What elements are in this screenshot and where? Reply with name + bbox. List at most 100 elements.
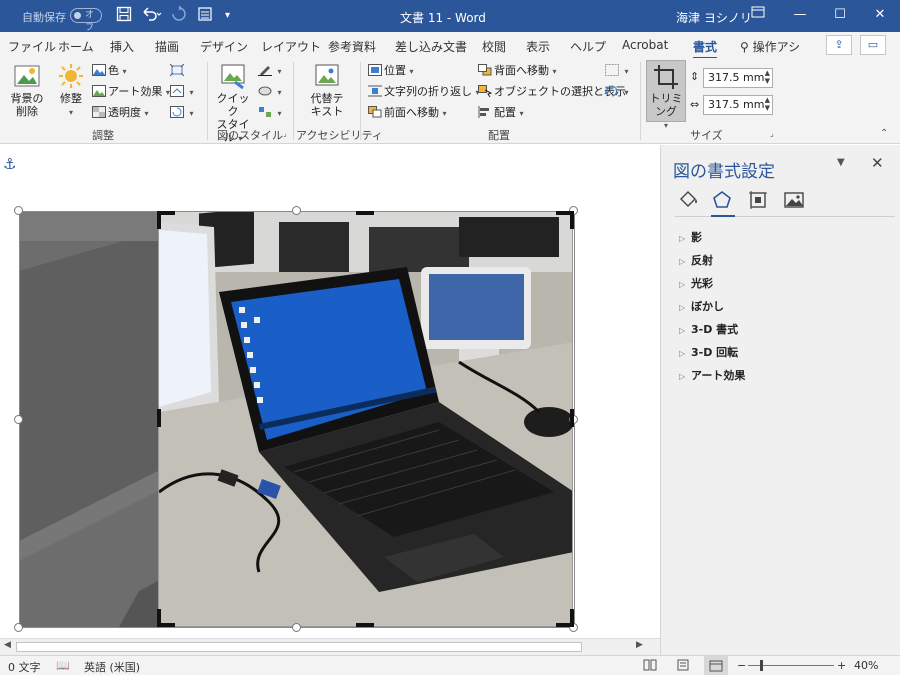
picture-styles-launcher-icon[interactable]: ⌟ [283,129,287,138]
tab-format[interactable]: 書式 [693,38,718,60]
3d-rotation-section[interactable]: ▷ 3-D 回転 [679,344,745,367]
width-spin-icon[interactable]: ▲ ▼ [765,96,770,112]
scroll-left-icon[interactable]: ◀ [4,640,11,650]
tab-insert[interactable]: 挿入 [110,38,134,55]
tab-mailings[interactable]: 差し込み文書 [395,38,467,55]
picture-layout-button[interactable]: ▾ [258,104,282,122]
horizontal-scrollbar[interactable]: ◀ ▶ [0,638,660,655]
reset-picture-button[interactable]: ▾ [170,104,194,122]
tab-home[interactable]: ホーム [58,38,94,55]
tab-file[interactable]: ファイル [8,38,56,55]
soft-edges-section[interactable]: ▷ ぼかし [679,298,745,321]
tab-layout[interactable]: レイアウト [261,38,321,55]
read-mode-icon[interactable] [643,659,657,674]
picture-border-button[interactable]: ▾ [258,62,282,80]
tab-draw[interactable]: 描画 [155,38,179,55]
glow-section[interactable]: ▷ 光彩 [679,275,745,298]
word-count[interactable]: 0 文字 [8,659,41,675]
resize-handle-top[interactable] [292,206,301,215]
comments-button[interactable]: ▭ [860,35,886,55]
corrections-button[interactable]: 修整 ▾ [54,62,88,119]
maximize-icon[interactable]: ☐ [825,4,855,28]
layout-properties-icon[interactable] [747,189,771,211]
crop-handle-bottom[interactable] [356,623,374,627]
crop-handle-left[interactable] [157,409,161,427]
tell-me-search[interactable]: ⚲ 操作アシ [740,38,800,55]
rotate-button[interactable]: ▾ [604,83,629,101]
picture-icon[interactable] [783,189,807,211]
resize-handle-top-left[interactable] [14,206,23,215]
close-icon[interactable]: ✕ [865,4,895,28]
language-indicator[interactable]: 英語 (米国) [84,659,140,675]
width-field[interactable]: 317.5 mm ▲ ▼ [703,95,773,115]
document-canvas[interactable]: ⚓ [0,145,660,655]
proofing-icon[interactable]: 📖 [56,659,70,672]
layout-icon[interactable] [197,6,213,26]
crop-handle-bottom-left[interactable] [157,609,161,627]
reset-picture-dropdown-icon: ▾ [189,109,194,118]
alt-text-button[interactable]: 代替テ キスト [306,62,348,118]
minimize-icon[interactable]: — [785,4,815,28]
wrap-text-button[interactable]: 文字列の折り返し ▾ [368,83,480,101]
resize-handle-bottom[interactable] [292,623,301,632]
tab-help[interactable]: ヘルプ [570,38,606,55]
expand-icon: ▷ [679,257,686,266]
pane-close-icon[interactable]: ✕ [871,154,884,172]
user-name[interactable]: 海津 ヨシノリ [676,9,752,26]
save-icon[interactable] [116,6,132,26]
size-launcher-icon[interactable]: ⌟ [770,129,774,138]
resize-handle-bottom-left[interactable] [14,623,23,632]
scroll-right-icon[interactable]: ▶ [636,640,643,650]
anchor-icon[interactable]: ⚓ [3,155,16,173]
zoom-level[interactable]: 40% [854,659,878,672]
crop-handle-bottom-right[interactable] [570,609,574,627]
artistic-effects-button[interactable]: アート効果 ▾ [92,83,170,101]
fill-line-icon[interactable] [677,189,701,211]
3d-format-section[interactable]: ▷ 3-D 書式 [679,321,745,344]
print-layout-icon[interactable] [676,659,690,674]
zoom-in-icon[interactable]: + [837,659,846,672]
customize-qat-icon[interactable]: ▾ [225,10,230,21]
artistic-effects-section[interactable]: ▷ アート効果 [679,367,745,390]
change-picture-button[interactable]: ▾ [170,83,194,101]
selection-pane-button[interactable]: オブジェクトの選択と表示 [478,83,626,101]
position-button[interactable]: 位置 ▾ [368,62,414,80]
tab-design[interactable]: デザイン [200,38,248,55]
share-button[interactable]: ⇪ [826,35,852,55]
autosave-toggle[interactable]: オフ [70,8,102,33]
color-button[interactable]: 色 ▾ [92,62,127,80]
scrollbar-thumb[interactable] [16,642,582,652]
pane-options-icon[interactable]: ▼ [837,157,845,168]
crop-handle-right[interactable] [570,409,574,427]
bring-forward-button[interactable]: 前面へ移動 ▾ [368,104,447,122]
crop-button[interactable]: トリミング ▾ [646,60,686,130]
collapse-ribbon-icon[interactable]: ⌃ [880,128,888,139]
picture-effects-button[interactable]: ▾ [258,83,282,101]
height-field[interactable]: 317.5 mm ▲ ▼ [703,68,773,88]
effects-icon[interactable] [711,189,735,217]
zoom-slider-thumb[interactable] [760,660,763,671]
resize-handle-left[interactable] [14,415,23,424]
align-button[interactable]: 配置 ▾ [478,104,524,122]
reflection-section[interactable]: ▷ 反射 [679,252,745,275]
shadow-section[interactable]: ▷ 影 [679,229,745,252]
redo-icon[interactable] [171,5,187,26]
undo-icon[interactable] [141,6,163,26]
tab-review[interactable]: 校閲 [482,38,506,55]
send-backward-button[interactable]: 背面へ移動 ▾ [478,62,557,80]
crop-handle-top[interactable] [356,211,374,215]
crop-handle-top-right[interactable] [570,211,574,229]
group-objects-button[interactable]: ▾ [605,62,629,80]
artistic-effects-label: アート効果 [108,85,163,98]
remove-background-button[interactable]: 背景の 削除 [6,62,48,118]
tab-acrobat[interactable]: Acrobat [622,38,668,52]
height-spin-icon[interactable]: ▲ ▼ [765,69,770,85]
crop-handle-top-left[interactable] [157,211,161,229]
web-layout-icon[interactable] [704,656,728,675]
transparency-button[interactable]: 透明度 ▾ [92,104,149,122]
zoom-out-icon[interactable]: − [737,659,746,672]
ribbon-display-options-icon[interactable] [743,4,773,28]
tab-references[interactable]: 参考資料 [328,38,376,55]
compress-pictures-button[interactable] [169,62,186,80]
tab-view[interactable]: 表示 [526,38,550,55]
